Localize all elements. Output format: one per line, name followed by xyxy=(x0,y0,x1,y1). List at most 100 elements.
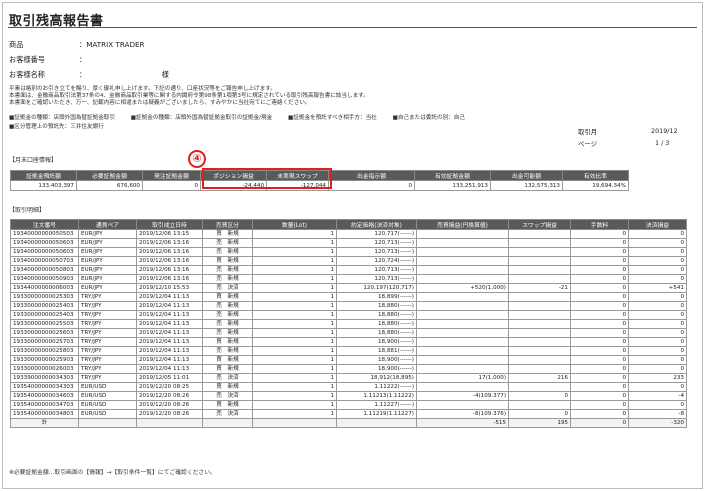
table-row: 19354000000034303 EUR/USD 2019/12/20 08:25… xyxy=(10,382,687,392)
summary-value-cell: 676,600 xyxy=(76,180,143,191)
table-cell xyxy=(416,274,509,284)
table-cell xyxy=(508,400,571,410)
table-cell: TRY/JPY xyxy=(78,364,137,374)
table-cell xyxy=(416,364,509,374)
table-cell: 0 xyxy=(570,292,629,302)
table-cell: 2019/12/04 11:13 xyxy=(136,319,203,329)
table-row: 19340000000050803 EUR/JPY 2019/12/06 13:16… xyxy=(10,265,687,275)
summary-value-cell: 0 xyxy=(328,180,415,191)
table-cell: 0 xyxy=(570,238,629,248)
table-cell: -21 xyxy=(508,283,571,293)
summary-value-cell: 0 xyxy=(142,180,201,191)
table-cell: 18,880(------) xyxy=(336,319,417,329)
table-row: 19340000000050603 EUR/JPY 2019/12/06 13:16… xyxy=(10,238,687,248)
summary-header-cell: 出金指示額 xyxy=(328,170,415,181)
summary-value-cell: 19,694.34% xyxy=(562,180,629,191)
table-cell: 2019/12/04 11:13 xyxy=(136,346,203,356)
table-cell: 1 xyxy=(252,310,337,320)
summary-header-cell: 出金可能額 xyxy=(490,170,563,181)
table-cell: 0 xyxy=(570,364,629,374)
table-cell: 18,880(------) xyxy=(336,301,417,311)
table-row: 19330000000025403 TRY/JPY 2019/12/04 11:13… xyxy=(10,310,687,320)
table-cell: 買 新規 xyxy=(202,382,253,392)
summary-header-cell: 有効証拠金額 xyxy=(414,170,491,181)
table-cell: 売 決済 xyxy=(202,391,253,401)
trades-header-cell: 売買損益(円換算値) xyxy=(416,219,509,230)
table-cell: TRY/JPY xyxy=(78,292,137,302)
table-cell: 1 xyxy=(252,283,337,293)
table-cell: 0 xyxy=(628,355,687,365)
table-cell: EUR/JPY xyxy=(78,274,137,284)
table-row: 19340000000050503 EUR/JPY 2019/12/06 13:15… xyxy=(10,229,687,239)
table-cell: 18,881(------) xyxy=(336,346,417,356)
table-cell: 2019/12/05 11:01 xyxy=(136,373,203,383)
table-cell: 19340000000050703 xyxy=(10,256,79,266)
table-cell: 0 xyxy=(570,319,629,329)
table-cell: 0 xyxy=(570,337,629,347)
total-row: 計 -515 195 0 -320 xyxy=(10,418,687,428)
notice-line: 平素は格別のお引き立てを賜り、厚く御礼申し上げます。下記の通り、口座状況等をご報… xyxy=(9,86,276,92)
table-cell: 2019/12/04 11:13 xyxy=(136,337,203,347)
table-cell xyxy=(508,355,571,365)
table-cell: 120,197(120,717) xyxy=(336,283,417,293)
summary-header-cell: 証拠金預託額 xyxy=(10,170,77,181)
trades-header-cell: 売買区分 xyxy=(202,219,253,230)
table-cell xyxy=(416,292,509,302)
table-cell: EUR/USD xyxy=(78,382,137,392)
table-cell xyxy=(508,382,571,392)
table-row: 19354000000034603 EUR/USD 2019/12/20 08:26… xyxy=(10,391,687,401)
table-cell: 2019/12/04 11:13 xyxy=(136,328,203,338)
table-cell: 19340000000050803 xyxy=(10,265,79,275)
table-cell: TRY/JPY xyxy=(78,346,137,356)
table-cell: 2019/12/06 13:16 xyxy=(136,238,203,248)
table-cell: 0 xyxy=(570,274,629,284)
info-label: お客様名称 xyxy=(9,70,45,79)
table-row: 19330000000025603 TRY/JPY 2019/12/04 11:13… xyxy=(10,328,687,338)
table-cell xyxy=(508,265,571,275)
table-cell: 120,713(------) xyxy=(336,265,417,275)
trades-table: 注文番号 通貨ペア 取引成立日時 売買区分 数量(Lot) 約定価格(決済対象)… xyxy=(10,219,687,428)
table-cell: 1 xyxy=(252,274,337,284)
table-cell: EUR/USD xyxy=(78,391,137,401)
table-cell: 1.11227(------) xyxy=(336,400,417,410)
table-cell: 0 xyxy=(628,319,687,329)
table-cell: 0 xyxy=(570,373,629,383)
table-cell: -4 xyxy=(628,391,687,401)
table-cell: 1 xyxy=(252,355,337,365)
table-cell: 0 xyxy=(628,301,687,311)
table-cell: 19340000000050603 xyxy=(10,247,79,257)
table-cell: 売 新規 xyxy=(202,274,253,284)
table-cell: 19330000000025603 xyxy=(10,328,79,338)
info-label: お客様番号 xyxy=(9,55,45,64)
table-cell: 2019/12/20 08:26 xyxy=(136,400,203,410)
table-cell: 1 xyxy=(252,265,337,275)
table-cell: 1 xyxy=(252,328,337,338)
table-cell xyxy=(416,319,509,329)
table-row: 19330000000025303 TRY/JPY 2019/12/04 11:13… xyxy=(10,292,687,302)
table-cell: 0 xyxy=(570,229,629,239)
table-cell xyxy=(508,364,571,374)
table-cell: 0 xyxy=(628,292,687,302)
table-cell: 2019/12/06 13:16 xyxy=(136,256,203,266)
table-row: 19330000000025803 TRY/JPY 2019/12/04 11:13… xyxy=(10,346,687,356)
table-cell: 0 xyxy=(628,337,687,347)
table-cell: 19330000000025503 xyxy=(10,319,79,329)
table-cell: 売 新規 xyxy=(202,319,253,329)
table-cell: 0 xyxy=(628,310,687,320)
table-cell: 1 xyxy=(252,292,337,302)
table-cell: -4(109.377) xyxy=(416,391,509,401)
table-cell xyxy=(416,256,509,266)
table-cell: 買 新規 xyxy=(202,229,253,239)
table-cell: 1 xyxy=(252,301,337,311)
table-cell: 19330000000025303 xyxy=(10,292,79,302)
table-cell: 0 xyxy=(628,274,687,284)
table-cell: -8(109.376) xyxy=(416,409,509,419)
period-label: 取引月 xyxy=(578,128,598,136)
table-cell: 0 xyxy=(628,256,687,266)
total-cell xyxy=(78,418,137,428)
table-cell: 0 xyxy=(570,382,629,392)
table-cell xyxy=(508,238,571,248)
table-row: 19330000000025703 TRY/JPY 2019/12/04 11:13… xyxy=(10,337,687,347)
table-cell: 19340000000050503 xyxy=(10,229,79,239)
table-cell: 0 xyxy=(570,310,629,320)
